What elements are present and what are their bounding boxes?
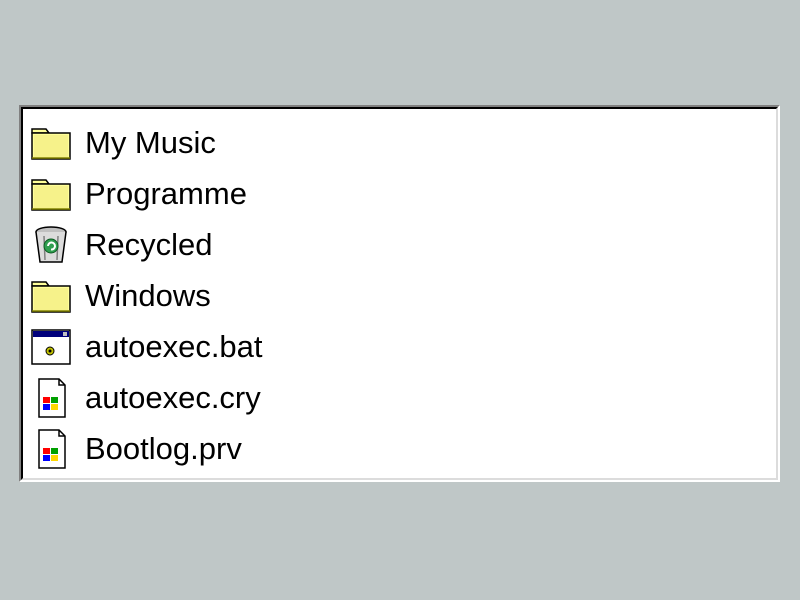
folder-icon — [29, 121, 73, 165]
list-item-label: Programme — [85, 176, 247, 211]
list-item-label: My Music — [85, 125, 216, 160]
folder-icon — [29, 172, 73, 216]
windows-file-icon — [29, 427, 73, 471]
list-item-label: autoexec.bat — [85, 329, 263, 364]
list-item-label: Recycled — [85, 227, 213, 262]
list-item-autoexec-bat[interactable]: autoexec.bat — [29, 321, 263, 372]
list-item-windows[interactable]: Windows — [29, 270, 263, 321]
list-item-label: Windows — [85, 278, 211, 313]
list-item-my-music[interactable]: My Music — [29, 117, 263, 168]
windows-file-icon — [29, 376, 73, 420]
list-item-recycled[interactable]: Recycled — [29, 219, 263, 270]
list-item-autoexec-cry[interactable]: autoexec.cry — [29, 372, 263, 423]
list-item-programme[interactable]: Programme — [29, 168, 263, 219]
list-item-label: Bootlog.prv — [85, 431, 242, 466]
file-list[interactable]: My Music Programme Recycled Windows auto… — [29, 117, 263, 474]
batch-file-icon — [29, 325, 73, 369]
recycle-bin-icon — [29, 223, 73, 267]
file-list-frame: My Music Programme Recycled Windows auto… — [21, 107, 778, 480]
list-item-bootlog-prv[interactable]: Bootlog.prv — [29, 423, 263, 474]
folder-icon — [29, 274, 73, 318]
list-item-label: autoexec.cry — [85, 380, 261, 415]
file-list-panel[interactable]: My Music Programme Recycled Windows auto… — [19, 105, 780, 482]
